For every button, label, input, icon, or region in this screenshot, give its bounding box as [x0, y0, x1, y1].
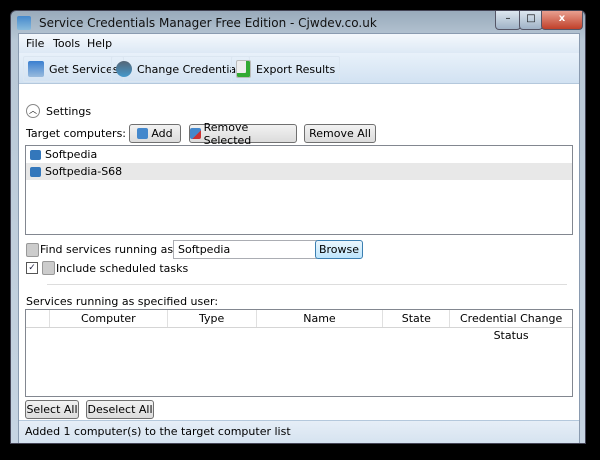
- app-icon: [17, 16, 31, 30]
- menu-bar: File Tools Help: [19, 34, 579, 53]
- browse-button[interactable]: Browse: [315, 240, 363, 259]
- export-results-button[interactable]: Export Results: [231, 56, 341, 82]
- menu-help[interactable]: Help: [87, 37, 112, 50]
- include-scheduled-checkbox[interactable]: ✓: [26, 262, 38, 274]
- task-icon: [42, 261, 55, 275]
- add-computer-icon: [137, 128, 149, 139]
- include-scheduled-label: Include scheduled tasks: [56, 262, 189, 275]
- get-services-button[interactable]: Get Services: [23, 56, 124, 82]
- status-text: Added 1 computer(s) to the target comput…: [25, 425, 291, 438]
- target-computers-label: Target computers: (2): [26, 127, 146, 140]
- services-table[interactable]: Computer Type Name State Credential Chan…: [25, 309, 573, 397]
- column-header[interactable]: State: [383, 310, 451, 327]
- list-item[interactable]: Softpedia-S68: [26, 163, 572, 180]
- remove-selected-button[interactable]: Remove Selected: [189, 121, 297, 147]
- toolbar: Get Services Change Credentials Export R…: [19, 53, 579, 84]
- minimize-button[interactable]: –: [495, 11, 521, 30]
- services-label: Services running as specified user:: [26, 295, 219, 308]
- table-header: Computer Type Name State Credential Chan…: [26, 310, 572, 342]
- maximize-button[interactable]: □: [519, 11, 543, 30]
- column-header[interactable]: Computer: [50, 310, 168, 327]
- settings-label: Settings: [46, 105, 92, 118]
- export-document-icon: [236, 60, 251, 78]
- label: Softpedia: [45, 148, 98, 161]
- window-title: Service Credentials Manager Free Edition…: [39, 16, 377, 30]
- label: Get Services: [49, 62, 119, 76]
- deselect-all-button[interactable]: Deselect All: [86, 400, 154, 419]
- remove-all-button[interactable]: Remove All: [304, 124, 376, 143]
- column-header[interactable]: Credential Change Status: [450, 310, 572, 342]
- target-computer-list[interactable]: Softpedia Softpedia-S68: [25, 145, 573, 235]
- list-item[interactable]: Softpedia: [26, 146, 572, 163]
- client-area: File Tools Help Get Services Change Cred…: [18, 33, 580, 443]
- add-button[interactable]: Add: [129, 124, 181, 143]
- chevron-up-icon[interactable]: ︿: [26, 104, 40, 118]
- label: Change Credentials: [137, 62, 245, 76]
- label: Add: [151, 127, 173, 140]
- computer-icon: [30, 166, 41, 177]
- remove-computer-icon: [190, 128, 201, 139]
- computer-gear-icon: [28, 61, 44, 77]
- select-all-button[interactable]: Select All: [25, 400, 79, 419]
- column-header[interactable]: Name: [257, 310, 384, 327]
- status-bar: Added 1 computer(s) to the target comput…: [19, 420, 579, 443]
- column-header[interactable]: [26, 310, 50, 327]
- user-search-icon: [26, 243, 39, 257]
- app-window: Service Credentials Manager Free Edition…: [10, 10, 586, 444]
- change-credentials-button[interactable]: Change Credentials: [111, 56, 250, 82]
- menu-file[interactable]: File: [26, 37, 44, 50]
- label: Remove Selected: [203, 120, 252, 147]
- close-button[interactable]: x: [541, 11, 583, 30]
- computer-icon: [30, 149, 41, 160]
- user-input[interactable]: Softpedia: [173, 240, 317, 259]
- user-gear-icon: [116, 61, 132, 77]
- divider: [47, 284, 567, 285]
- label: Export Results: [256, 62, 336, 76]
- label: Softpedia-S68: [45, 165, 123, 178]
- column-header[interactable]: Type: [168, 310, 257, 327]
- menu-tools[interactable]: Tools: [53, 37, 80, 50]
